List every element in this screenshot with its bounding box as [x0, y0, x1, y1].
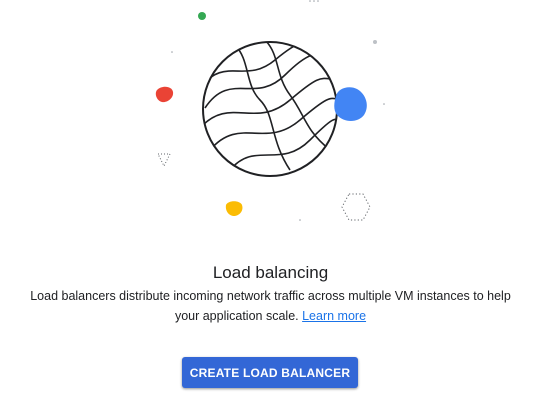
dotted-hexagon-icon: [341, 193, 371, 221]
description: Load balancers distribute incoming netwo…: [20, 286, 521, 326]
grey-dot-icon: [373, 40, 377, 44]
description-text: Load balancers distribute incoming netwo…: [30, 289, 511, 323]
learn-more-link[interactable]: Learn more: [302, 309, 366, 323]
create-load-balancer-button[interactable]: CREATE LOAD BALANCER: [182, 357, 358, 388]
dotted-shape-top-icon: [309, 0, 319, 2]
blue-blob-icon: [334, 87, 367, 121]
speck-icon: [171, 51, 173, 53]
page-title: Load balancing: [212, 263, 329, 282]
yellow-blob-icon: [225, 201, 243, 216]
globe-icon: [202, 41, 338, 177]
green-dot-icon: [198, 12, 206, 20]
speck-icon: [299, 219, 301, 221]
red-blob-icon: [155, 86, 174, 103]
load-balancing-illustration: [155, 0, 385, 221]
speck-icon: [383, 103, 385, 105]
empty-state-page: Load balancing Load balancers distribute…: [0, 0, 541, 411]
dotted-triangle-icon: [157, 153, 171, 168]
